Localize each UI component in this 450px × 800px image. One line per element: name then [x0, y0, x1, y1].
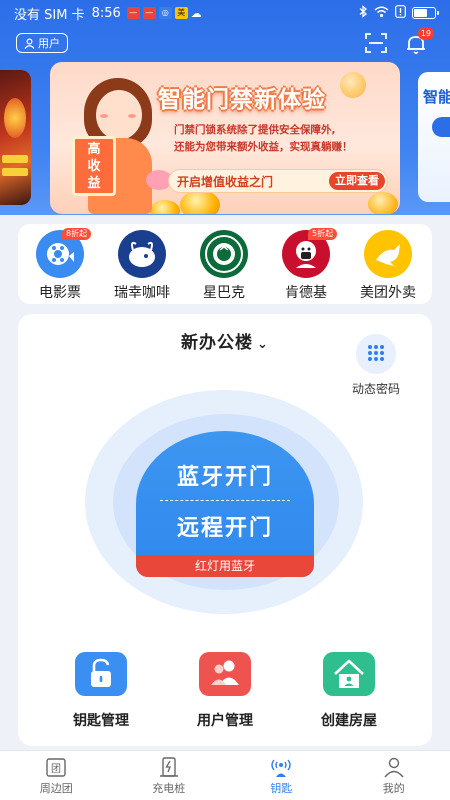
banner-title: 智能门禁新体验: [158, 87, 326, 113]
notification-button[interactable]: 19: [404, 27, 434, 56]
high-income-sign: 高 收 益: [72, 136, 116, 196]
bluetooth-open-button[interactable]: 蓝牙开门: [136, 459, 314, 491]
user-management-button[interactable]: 用户管理: [175, 652, 275, 730]
banner-description: 门禁门锁系统除了提供安全保障外, 还能为您带来额外收益，实现真躺赚！: [174, 122, 394, 156]
create-house-button[interactable]: 创建房屋: [299, 652, 399, 730]
tab-label: 钥匙: [270, 782, 293, 795]
key-signal-icon: [268, 756, 294, 778]
user-button-label: 用户: [38, 37, 60, 50]
charging-pile-icon: [156, 756, 182, 778]
user-management-label: 用户管理: [197, 713, 253, 729]
house-icon: [323, 652, 375, 696]
open-door-button: 蓝牙开门 远程开门 红灯用蓝牙: [136, 431, 314, 577]
tab-charging[interactable]: 充电桩: [113, 751, 226, 800]
game-art-stripe: [2, 155, 28, 163]
clock-text: 8:56: [91, 5, 121, 21]
meituan-notification-icon: 美: [174, 7, 188, 19]
bottom-tab-bar: 团 周边团 充电桩 钥匙 我的: [0, 750, 450, 800]
shortcut-movie-tickets[interactable]: 8折起 电影票: [20, 228, 100, 302]
tab-label: 周边团: [39, 782, 73, 795]
shortcut-label: 星巴克: [203, 285, 245, 301]
view-now-button[interactable]: 立即查看: [329, 172, 385, 190]
alert-icon: [395, 5, 406, 21]
next-slide-pill: [432, 117, 450, 137]
banner-desc-line: 门禁门锁系统除了提供安全保障外,: [174, 124, 336, 136]
starbucks-icon: [200, 230, 248, 278]
tab-label: 我的: [382, 782, 405, 795]
shortcut-label: 瑞幸咖啡: [114, 285, 170, 301]
app-notification-icon: —: [126, 7, 140, 19]
shortcut-card: 8折起 电影票 瑞幸咖啡 星巴克 5折起 肯德基 美团外卖: [18, 224, 432, 304]
wifi-icon: [374, 6, 389, 21]
scan-icon: [365, 33, 387, 53]
door-control-card: 新办公楼 ⌄ 动态密码 蓝牙开门 远程开门 红灯用蓝牙 钥匙管理 用户管理 创建…: [18, 314, 432, 746]
red-light-hint: 红灯用蓝牙: [136, 555, 314, 577]
next-slide-title: 智能: [423, 88, 450, 106]
browser-notification-icon: ◎: [158, 7, 172, 19]
sign-char: 收: [87, 158, 101, 174]
battery-icon: [412, 7, 439, 19]
user-button[interactable]: 用户: [16, 33, 68, 53]
sign-char: 益: [87, 175, 101, 191]
tab-label: 充电桩: [152, 782, 186, 795]
banner-cta-text: 开启增值收益之门: [177, 174, 274, 189]
shortcut-luckin-coffee[interactable]: 瑞幸咖啡: [102, 230, 182, 302]
divider: [160, 500, 290, 501]
coin-decoration: [368, 192, 398, 214]
chevron-down-icon: ⌄: [257, 337, 269, 352]
sign-char: 高: [87, 141, 101, 157]
app-notification-icon: —: [142, 7, 156, 19]
remote-open-button[interactable]: 远程开门: [136, 510, 314, 542]
key-management-label: 钥匙管理: [73, 713, 129, 729]
banner-cta[interactable]: 开启增值收益之门 立即查看: [168, 169, 388, 193]
tab-keys[interactable]: 钥匙: [225, 751, 338, 800]
luckin-deer-icon: [118, 230, 166, 278]
create-house-label: 创建房屋: [321, 713, 377, 729]
shortcut-label: 肯德基: [285, 285, 327, 301]
header: 用户 19: [0, 27, 450, 56]
tab-group-buy[interactable]: 团 周边团: [0, 751, 113, 800]
shortcut-label: 电影票: [39, 285, 81, 301]
status-bar: 没有 SIM 卡 8:56 — — ◎ 美 ☁: [0, 0, 450, 26]
unlock-icon: [75, 652, 127, 696]
shortcut-kfc[interactable]: 5折起 肯德基: [266, 228, 346, 302]
bluetooth-icon: [358, 5, 368, 21]
film-icon: 8折起: [36, 228, 92, 278]
key-management-button[interactable]: 钥匙管理: [51, 652, 151, 730]
banner-desc-line: 还能为您带来额外收益，实现真躺赚！: [174, 141, 353, 153]
scan-button[interactable]: [364, 31, 388, 55]
notification-count-badge: 19: [417, 27, 434, 40]
discount-tag: 5折起: [308, 228, 338, 240]
game-art-image: [4, 98, 26, 138]
dynamic-password-label: 动态密码: [351, 382, 400, 396]
shortcut-label: 美团外卖: [360, 285, 416, 301]
discount-tag: 8折起: [62, 228, 92, 240]
users-icon: [199, 652, 251, 696]
game-art-stripe: [2, 168, 28, 176]
battery-level: [414, 9, 427, 17]
carrier-text: 没有 SIM 卡: [14, 7, 85, 23]
promo-banner[interactable]: 高 收 益 智能门禁新体验 门禁门锁系统除了提供安全保障外, 还能为您带来额外收…: [50, 62, 400, 214]
keypad-icon: [356, 334, 396, 374]
kfc-icon: 5折起: [282, 228, 338, 278]
cloud-icon: ☁: [190, 6, 202, 20]
kangaroo-icon: [364, 230, 412, 278]
shortcut-meituan-delivery[interactable]: 美团外卖: [348, 230, 428, 302]
user-icon: [24, 37, 35, 49]
banner-prev-slide[interactable]: [0, 70, 31, 205]
banner-next-slide[interactable]: 智能: [418, 72, 450, 202]
coin-decoration: [180, 190, 220, 214]
dynamic-password-button[interactable]: 动态密码: [336, 334, 416, 397]
group-icon: 团: [43, 756, 69, 778]
tab-profile[interactable]: 我的: [338, 751, 450, 800]
shortcut-starbucks[interactable]: 星巴克: [184, 230, 264, 302]
coin-decoration: [340, 72, 366, 98]
svg-text:团: 团: [51, 763, 61, 775]
building-name: 新办公楼: [181, 333, 254, 353]
profile-icon: [381, 756, 407, 778]
